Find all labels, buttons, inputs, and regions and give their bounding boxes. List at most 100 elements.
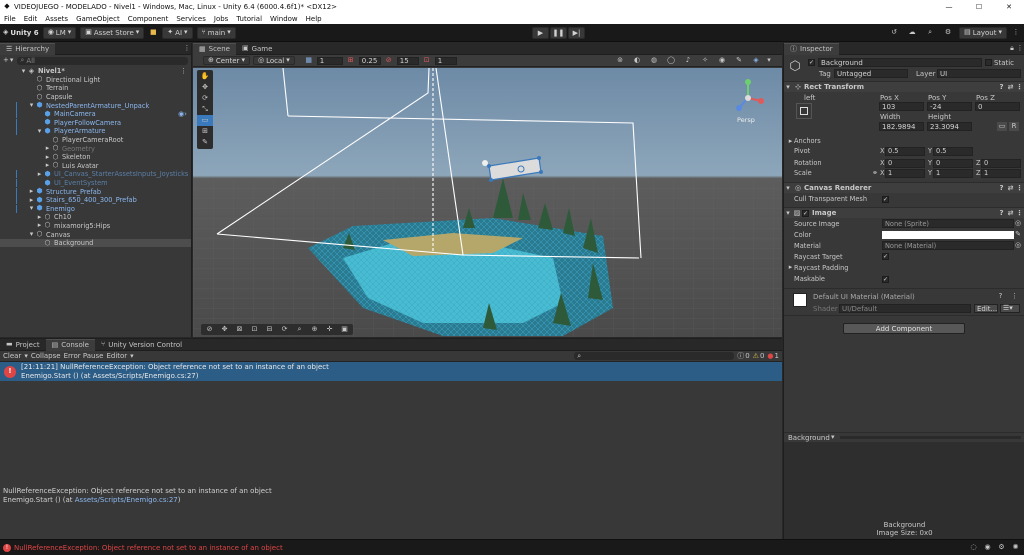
hierarchy-item[interactable]: ⬡ Terrain: [0, 84, 191, 93]
hierarchy-item[interactable]: ▸ ⬡ mixamorig5:Hips: [0, 222, 191, 231]
visibility-icon[interactable]: ◉: [715, 57, 729, 64]
warning-count-toggle[interactable]: ⚠ 0: [753, 352, 765, 360]
source-image-field[interactable]: None (Sprite): [882, 219, 1014, 228]
help-icon[interactable]: ?: [997, 184, 1006, 192]
frame-icon[interactable]: ⊕: [309, 326, 320, 333]
scale-snap-icon[interactable]: ⊡: [422, 57, 432, 64]
layout-button[interactable]: ▤ Layout ▾: [959, 26, 1007, 39]
menu-jobs[interactable]: Jobs: [214, 15, 228, 23]
step-button[interactable]: ▶|: [568, 27, 585, 39]
rect-tool-icon[interactable]: ▭: [197, 115, 213, 126]
hierarchy-item[interactable]: ⬡ Background: [0, 238, 191, 248]
rot-y-field[interactable]: 0: [933, 158, 973, 168]
console-log-entry[interactable]: ! [21:11:21] NullReferenceException: Obj…: [0, 362, 782, 381]
scale-field[interactable]: 1: [434, 56, 457, 65]
menu-window[interactable]: Window: [270, 15, 298, 23]
chevron-right-icon[interactable]: ▸: [36, 222, 43, 229]
tab-project[interactable]: ▬ Project: [0, 339, 46, 351]
hierarchy-item[interactable]: ▾ ⬢ PlayerArmature: [0, 127, 191, 136]
static-checkbox[interactable]: [985, 59, 992, 66]
scale-tool-icon[interactable]: ⤡: [197, 104, 213, 115]
view-mode-label[interactable]: Persp: [737, 116, 755, 124]
lighting-icon[interactable]: ◍: [647, 57, 661, 64]
scale-x-field[interactable]: 1: [885, 168, 925, 178]
orient-icon[interactable]: ⊘: [204, 326, 215, 333]
help-icon[interactable]: ?: [997, 209, 1006, 217]
error-count-toggle[interactable]: ● 1: [767, 352, 779, 360]
cull-checkbox[interactable]: ✓: [882, 195, 889, 203]
cloud-icon[interactable]: ☁: [905, 29, 919, 36]
menu-file[interactable]: File: [4, 15, 16, 23]
anchor-preset-button[interactable]: [796, 103, 812, 119]
raycast-target-checkbox[interactable]: ✓: [882, 253, 889, 260]
hierarchy-item[interactable]: ▾ ⬢ Enemigo: [0, 204, 191, 214]
debug-icon[interactable]: ✺: [1010, 544, 1021, 551]
clear-button[interactable]: Clear: [3, 352, 21, 360]
detail-script-link[interactable]: Assets/Scripts/Enemigo.cs:27: [75, 496, 178, 504]
center-icon[interactable]: ✛: [324, 326, 335, 333]
gizmos-icon[interactable]: ◈: [749, 57, 763, 64]
anchors-row[interactable]: ▸ Anchors: [784, 136, 1024, 146]
chevron-down-icon[interactable]: ▾: [36, 127, 43, 135]
chevron-down-icon[interactable]: ▾: [130, 352, 134, 360]
more-menu-icon[interactable]: ⋮: [1010, 293, 1019, 300]
rotate-tool-icon[interactable]: ⟳: [197, 93, 213, 104]
info-count-toggle[interactable]: ⓘ 0: [737, 352, 749, 360]
preview-dropdown[interactable]: Background: [788, 434, 830, 442]
more-menu-icon[interactable]: ⋮: [1015, 83, 1024, 91]
menu-help[interactable]: Help: [306, 15, 322, 23]
preview-header[interactable]: Background ▾: [784, 432, 1024, 442]
rot-x-field[interactable]: 0: [885, 158, 925, 168]
preset-icon[interactable]: ⇄: [1006, 184, 1015, 192]
chevron-down-icon[interactable]: ▾: [24, 352, 28, 360]
pivot-y-field[interactable]: 0.5: [933, 146, 973, 156]
rotate-snap-icon[interactable]: ⊘: [384, 57, 394, 64]
more-menu-icon[interactable]: ⋮: [1015, 209, 1024, 217]
cache-icon[interactable]: ◉: [982, 544, 993, 551]
more-menu-icon[interactable]: ⋮: [1016, 45, 1024, 52]
chevron-down-icon[interactable]: ▾: [28, 231, 35, 238]
tab-console[interactable]: ▤ Console: [45, 338, 95, 351]
tab-version-control[interactable]: ⑂ Unity Version Control: [95, 339, 188, 351]
shader-dropdown[interactable]: UI/Default: [839, 304, 971, 313]
snap-icon[interactable]: ⊞: [346, 57, 356, 64]
scale-y-field[interactable]: 1: [933, 168, 973, 178]
hierarchy-item[interactable]: ▾ ◈ Nivel1* ⋮: [0, 67, 191, 76]
add-component-button[interactable]: Add Component: [843, 323, 965, 334]
chevron-down-icon[interactable]: ▾: [28, 205, 35, 212]
error-pause-button[interactable]: Error Pause: [64, 352, 104, 360]
more-menu-icon[interactable]: ⋮: [1015, 184, 1024, 192]
width-field[interactable]: 182.9894: [879, 122, 924, 131]
create-button[interactable]: + ▾: [3, 57, 13, 64]
shader-menu-button[interactable]: ☰▾: [1000, 304, 1020, 313]
tab-hierarchy[interactable]: ☰ Hierarchy: [0, 42, 56, 55]
hierarchy-item[interactable]: ▸ ⬢ Stairs_650_400_300_Prefab: [0, 196, 191, 205]
raw-edit-icon[interactable]: R: [1009, 122, 1019, 131]
custom-tool-icon[interactable]: ✎: [197, 137, 213, 148]
layer-dropdown[interactable]: UI: [937, 69, 1021, 78]
image-header[interactable]: ▾ ▨ ✓ Image? ⇄ ⋮: [784, 207, 1024, 218]
edge-icon[interactable]: ⊟: [264, 326, 275, 333]
chevron-down-icon[interactable]: ▾: [766, 57, 772, 64]
blueprint-icon[interactable]: ▭: [997, 122, 1007, 131]
unity-menu-button[interactable]: ◈ Unity 6: [3, 29, 39, 37]
menu-component[interactable]: Component: [128, 15, 169, 23]
material-field[interactable]: None (Material): [882, 241, 1014, 250]
ai-button[interactable]: ✦ AI ▾: [162, 26, 193, 39]
hierarchy-item[interactable]: ▸ ⬡ Luis Avatar: [0, 162, 191, 171]
color-swatch[interactable]: [882, 230, 1014, 239]
target-icon[interactable]: ◎: [1014, 220, 1022, 227]
transform-tool-icon[interactable]: ⊞: [197, 126, 213, 137]
close-button[interactable]: ✕: [994, 3, 1024, 11]
shading-icon[interactable]: ◐: [630, 57, 644, 64]
hierarchy-item[interactable]: ⬢ MainCamera ◉›: [0, 110, 191, 119]
maximize-button[interactable]: ☐: [964, 3, 994, 11]
branch-button[interactable]: ⑂ main ▾: [196, 26, 236, 39]
hierarchy-search[interactable]: ⌕ All: [17, 56, 188, 65]
help-icon[interactable]: ?: [997, 83, 1006, 91]
eyedropper-icon[interactable]: ✎: [1014, 231, 1022, 238]
increment-snap-icon[interactable]: ⊠: [234, 326, 245, 333]
sphere-icon[interactable]: ◯: [664, 57, 678, 64]
hierarchy-item[interactable]: ⬢ UI_EventSystem: [0, 179, 191, 188]
help-icon[interactable]: ?: [996, 293, 1005, 300]
